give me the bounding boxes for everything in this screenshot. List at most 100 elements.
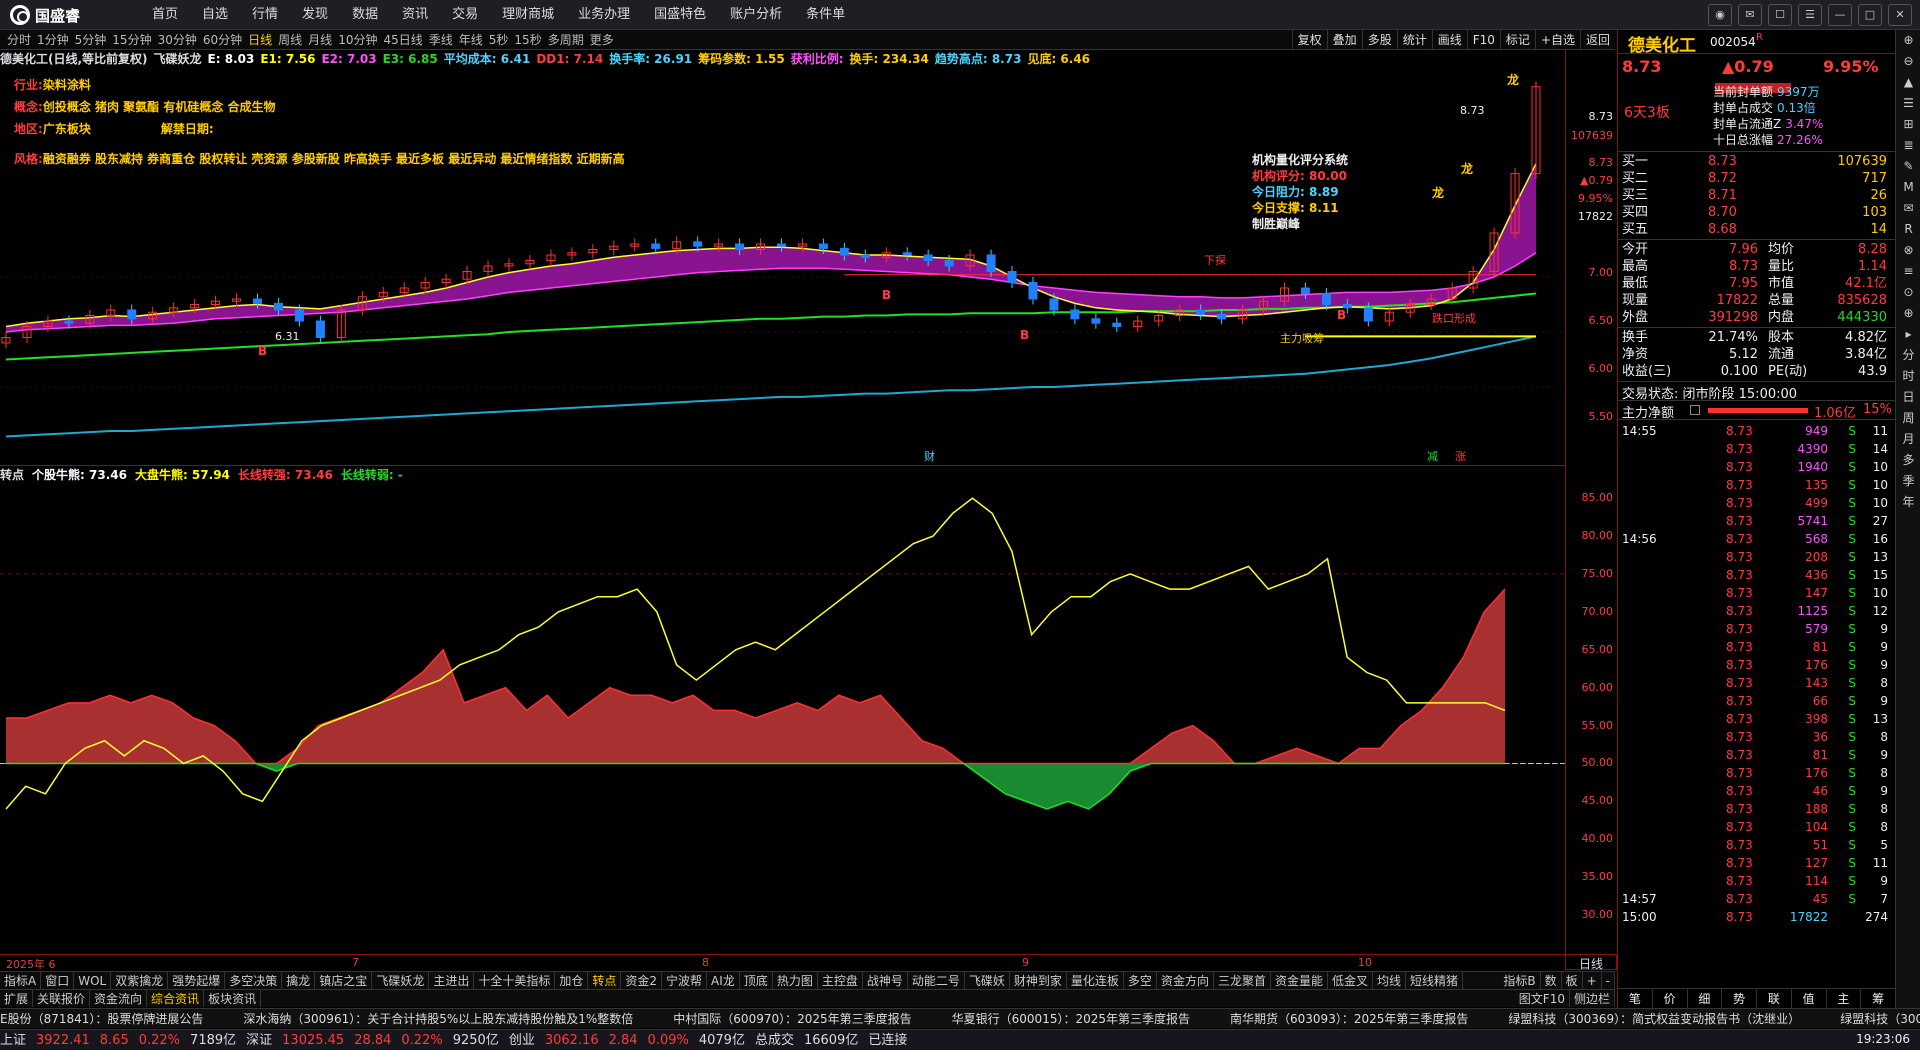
period-tab[interactable]: 月线 (305, 30, 335, 50)
indicator-tab-right[interactable]: - (1602, 972, 1615, 989)
sidebar-button[interactable]: 周 (1896, 408, 1920, 429)
sidebar-button[interactable]: 分 (1896, 345, 1920, 366)
bid-row[interactable]: 买四 8.70 103 (1618, 204, 1895, 221)
main-net-toggle-icon[interactable] (1690, 405, 1700, 415)
sidebar-button[interactable]: ⊞ (1896, 114, 1920, 135)
sidebar-button[interactable]: ⊕ (1896, 303, 1920, 324)
info-tab[interactable]: 资金流向 (90, 990, 148, 1007)
info-tab[interactable]: 综合资讯 (147, 990, 205, 1007)
indicator-tab[interactable]: 十全十美指标 (474, 972, 556, 989)
period-tab[interactable]: 10分钟 (335, 30, 380, 50)
quote-tab[interactable]: 主 (1827, 989, 1862, 1008)
indicator-tab[interactable]: 镇店之宝 (315, 972, 373, 989)
indicator-tab[interactable]: 指标A (0, 972, 42, 989)
info-tab[interactable]: 板块资讯 (204, 990, 262, 1007)
quote-tab[interactable]: 价 (1653, 989, 1688, 1008)
indicator-tab[interactable]: 短线精猪 (1406, 972, 1464, 989)
sidebar-button[interactable]: R (1896, 219, 1920, 240)
menu-item[interactable]: 行情 (240, 0, 290, 30)
maximize-icon[interactable]: □ (1858, 4, 1882, 26)
news-item[interactable]: 深水海纳（300961）：关于合计持股5%以上股东减持股份触及1%整数倍 (243, 1012, 633, 1026)
tool-button[interactable]: F10 (1466, 30, 1500, 50)
indicator-tab[interactable]: 转点 (588, 972, 622, 989)
sidebar-button[interactable]: ▲ (1896, 72, 1920, 93)
period-tab[interactable]: 5分钟 (72, 30, 110, 50)
indicator-tab[interactable]: 三龙聚首 (1214, 972, 1271, 989)
period-tab[interactable]: 45日线 (380, 30, 425, 50)
menu-item[interactable]: 条件单 (794, 0, 857, 30)
period-tab[interactable]: 15秒 (511, 30, 544, 50)
bid-row[interactable]: 买二 8.72 717 (1618, 170, 1895, 187)
indicator-tab[interactable]: 主进出 (429, 972, 475, 989)
sidebar-button[interactable]: 月 (1896, 429, 1920, 450)
period-tab[interactable]: 15分钟 (109, 30, 154, 50)
news-item[interactable]: 华夏银行（600015）：2025年第三季度报告 (952, 1012, 1190, 1026)
indicator-tab[interactable]: 飞碟妖龙 (372, 972, 430, 989)
indicator-tab[interactable]: 擒龙 (282, 972, 316, 989)
sidebar-button[interactable]: 日 (1896, 387, 1920, 408)
quote-tab[interactable]: 笔 (1618, 989, 1653, 1008)
period-tab[interactable]: 5秒 (486, 30, 512, 50)
news-item[interactable]: 绿盟科技（300369）：简式权益变动报告书（沈继业） (1508, 1012, 1800, 1026)
sidebar-button[interactable]: ☰ (1896, 93, 1920, 114)
skin-icon[interactable]: ☐ (1768, 4, 1792, 26)
tool-button[interactable]: +自选 (1534, 30, 1580, 50)
tool-button[interactable]: 画线 (1431, 30, 1467, 50)
sidebar-button[interactable]: ⊕ (1896, 30, 1920, 51)
quote-tab[interactable]: 筹 (1861, 989, 1896, 1008)
tool-button[interactable]: 标记 (1499, 30, 1535, 50)
menu-item[interactable]: 业务办理 (566, 0, 642, 30)
indicator-tab[interactable]: 均线 (1373, 972, 1407, 989)
indicator-tab[interactable]: 量化连板 (1067, 972, 1124, 989)
settings-icon[interactable]: ☰ (1798, 4, 1822, 26)
tick-list[interactable]: 14:55 8.73 949 S 11 8.73 4390 S 14 8.73 1940 S 10 8.7… (1618, 420, 1895, 940)
menu-item[interactable]: 资讯 (390, 0, 440, 30)
info-tab[interactable]: 关联报价 (33, 990, 91, 1007)
indicator-tab[interactable]: 热力图 (773, 972, 818, 989)
indicator-tab[interactable]: 资金方向 (1157, 972, 1214, 989)
bid-row[interactable]: 买五 8.68 14 (1618, 221, 1895, 238)
bid-row[interactable]: 买三 8.71 26 (1618, 187, 1895, 204)
menu-item[interactable]: 数据 (340, 0, 390, 30)
period-tab[interactable]: 多周期 (545, 30, 587, 50)
info-tab-right[interactable]: 图文F10 (1515, 990, 1570, 1007)
indicator-tab[interactable]: WOL (74, 972, 112, 989)
sidebar-button[interactable]: M (1896, 177, 1920, 198)
quote-tab[interactable]: 联 (1757, 989, 1792, 1008)
period-tab[interactable]: 分时 (4, 30, 34, 50)
bid-row[interactable]: 买一 8.73 107639 (1618, 153, 1895, 170)
sidebar-button[interactable]: 多 (1896, 450, 1920, 471)
close-icon[interactable]: ✕ (1888, 4, 1912, 26)
sidebar-button[interactable]: ≡ (1896, 261, 1920, 282)
indicator-tab[interactable]: 资金2 (621, 972, 663, 989)
indicator-tab[interactable]: 财神到家 (1010, 972, 1067, 989)
indicator-tab[interactable]: 动能二号 (908, 972, 965, 989)
indicator-tab[interactable]: AI龙 (707, 972, 740, 989)
period-tab[interactable]: 年线 (456, 30, 486, 50)
info-tab[interactable]: 扩展 (0, 990, 34, 1007)
period-tab[interactable]: 更多 (587, 30, 617, 50)
quote-tab[interactable]: 值 (1792, 989, 1827, 1008)
tool-button[interactable]: 统计 (1396, 30, 1432, 50)
sidebar-button[interactable]: ✉ (1896, 198, 1920, 219)
news-item[interactable]: 南华期货（603093）：2025年第三季度报告 (1230, 1012, 1468, 1026)
indicator-tab-right[interactable]: + (1583, 972, 1602, 989)
indicator-tab-right[interactable]: 数 (1541, 972, 1562, 989)
period-tab[interactable]: 日线 (245, 30, 275, 50)
period-tab[interactable]: 周线 (275, 30, 305, 50)
period-tab[interactable]: 60分钟 (200, 30, 245, 50)
menu-item[interactable]: 发现 (290, 0, 340, 30)
indicator-tab-right[interactable]: 板 (1562, 972, 1583, 989)
indicator-tab[interactable]: 多空 (1124, 972, 1157, 989)
sidebar-button[interactable]: ✎ (1896, 156, 1920, 177)
indicator-tab[interactable]: 宁波帮 (662, 972, 708, 989)
bull-bear-chart[interactable] (0, 483, 1565, 953)
indicator-tab[interactable]: 窗口 (41, 972, 75, 989)
menu-item[interactable]: 交易 (440, 0, 490, 30)
menu-item[interactable]: 理财商城 (490, 0, 566, 30)
kline-chart[interactable]: 行业:染料涂料 概念:创投概念 猪肉 聚氨酯 有机硅概念 合成生物 地区:广东板… (0, 68, 1565, 464)
quote-tab[interactable]: 势 (1722, 989, 1757, 1008)
indicator-tab[interactable]: 多空决策 (225, 972, 283, 989)
menu-item[interactable]: 国盛特色 (642, 0, 718, 30)
indicator-tab[interactable]: 主控盘 (818, 972, 863, 989)
